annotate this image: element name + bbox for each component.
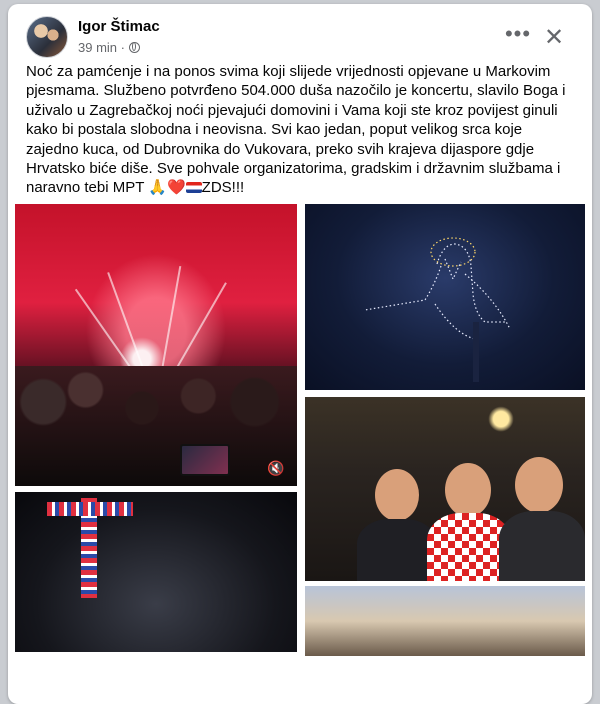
photo-drone-figure[interactable] xyxy=(305,204,585,390)
post-time[interactable]: 39 min xyxy=(78,40,117,55)
emoji-text: 🙏❤️ xyxy=(148,179,186,197)
post-meta: 39 min · xyxy=(78,40,140,55)
author-name[interactable]: Igor Štimac xyxy=(78,18,160,35)
crowd xyxy=(15,366,297,486)
drone-light-figure xyxy=(364,237,511,382)
globe-icon[interactable] xyxy=(128,42,140,53)
photo-cross-lights[interactable] xyxy=(15,492,297,652)
photo-selfie[interactable] xyxy=(305,397,585,581)
meta-separator: · xyxy=(120,40,125,55)
post-text: Noć za pamćenje i na ponos svima koji sl… xyxy=(26,62,574,198)
post-body: Noć za pamćenje i na ponos svima koji sl… xyxy=(26,63,566,197)
post-card: Igor Štimac 39 min · ••• ✕ Noć za pamćen… xyxy=(8,4,592,704)
post-signoff: ZDS!!! xyxy=(201,179,245,197)
phone-in-hand xyxy=(180,444,230,476)
post-header: Igor Štimac 39 min · ••• ✕ xyxy=(26,14,576,62)
photo-concert-lights[interactable]: 🔇 xyxy=(15,204,297,486)
cross-horizontal xyxy=(47,502,133,516)
mute-icon[interactable]: 🔇 xyxy=(267,459,287,477)
more-options-button[interactable]: ••• xyxy=(502,22,534,54)
close-button[interactable]: ✕ xyxy=(538,22,570,54)
croatian-flag-icon xyxy=(185,182,202,194)
close-icon: ✕ xyxy=(543,24,565,51)
avatar[interactable] xyxy=(26,16,68,58)
photo-stage-sunset[interactable] xyxy=(305,586,585,656)
